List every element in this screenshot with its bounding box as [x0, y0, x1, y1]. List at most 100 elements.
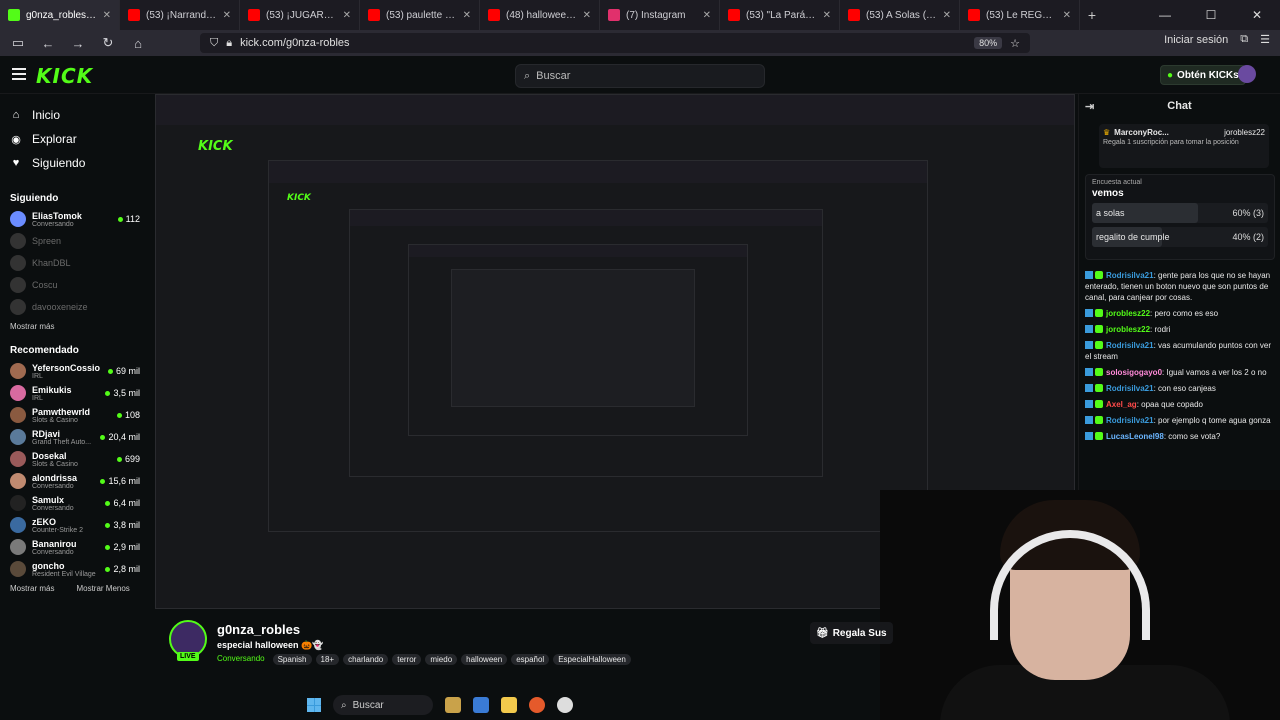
chat-username[interactable]: LucasLeonel98 [1106, 432, 1164, 441]
show-more-recommended[interactable]: Mostrar más [10, 584, 54, 593]
tab-close-icon[interactable]: ✕ [943, 10, 951, 21]
kick-logo[interactable]: KICK [36, 64, 93, 88]
browser-tab[interactable]: (53) ¡JUGARON la OUI ✕ [240, 0, 360, 30]
taskbar-search-icon: ⌕ [341, 699, 347, 711]
sidebar-nav-item[interactable]: ◉ Explorar [10, 127, 140, 151]
stream-category[interactable]: Conversando [217, 654, 265, 665]
chat-username[interactable]: Rodrisilva21 [1106, 271, 1154, 280]
sidebar-nav-item[interactable]: ⌂ Inicio [10, 103, 140, 127]
channel-item[interactable]: KhanDBL [0, 252, 150, 274]
channel-item[interactable]: Bananirou Conversando 2,9 mil [0, 536, 150, 558]
game-icon[interactable] [445, 697, 461, 713]
tab-close-icon[interactable]: ✕ [823, 10, 831, 21]
stream-tag[interactable]: 18+ [315, 654, 340, 665]
tab-close-icon[interactable]: ✕ [1063, 10, 1071, 21]
zoom-level[interactable]: 80% [974, 37, 1003, 49]
bookmark-star-icon[interactable]: ☆ [1010, 37, 1020, 50]
chat-username[interactable]: solosigogayo0 [1106, 368, 1162, 377]
channel-item[interactable]: YefersonCossio IRL 69 mil [0, 360, 150, 382]
show-less-recommended[interactable]: Mostrar Menos [76, 584, 129, 593]
close-window-button[interactable]: ✕ [1234, 0, 1280, 30]
browser-tab[interactable]: g0nza_robles Stream ✕ [0, 0, 120, 30]
channel-item[interactable]: Spreen [0, 230, 150, 252]
gift-subs-button[interactable]: 🎁︎ Regala Sus [810, 622, 893, 644]
tab-favicon-icon [848, 9, 860, 21]
viewer-count-value: 108 [124, 410, 140, 420]
home-button[interactable]: ⌂ [128, 36, 148, 51]
signin-button[interactable]: Iniciar sesión [1164, 34, 1228, 46]
channel-item[interactable]: davooxeneize [0, 296, 150, 318]
maximize-button[interactable]: ☐ [1188, 0, 1234, 30]
copilot-icon[interactable] [473, 697, 489, 713]
tab-close-icon[interactable]: ✕ [463, 10, 471, 21]
channel-item[interactable]: Pamwthewrld Slots & Casino 108 [0, 404, 150, 426]
address-bar[interactable]: ⛉ 🔒︎ kick.com/g0nza-robles 80% ☆ [200, 33, 1030, 53]
verified-badge-icon [1085, 271, 1093, 279]
stream-tag[interactable]: charlando [343, 654, 389, 665]
tab-close-icon[interactable]: ✕ [583, 10, 591, 21]
hamburger-menu-icon[interactable] [12, 68, 26, 83]
stream-tag[interactable]: terror [392, 654, 422, 665]
taskbar-search[interactable]: ⌕ Buscar [333, 695, 433, 715]
screen: g0nza_robles Stream✕(53) ¡Narrando HISTO… [0, 0, 1280, 720]
channel-item[interactable]: Dosekal Slots & Casino 699 [0, 448, 150, 470]
collapse-chat-icon[interactable]: ⇥ [1085, 100, 1094, 113]
browser-tab[interactable]: (48) halloween como s ✕ [480, 0, 600, 30]
poll-option[interactable]: a solas 60% (3) [1092, 203, 1268, 223]
stream-tag[interactable]: EspecialHalloween [553, 654, 631, 665]
firefox-icon[interactable] [529, 697, 545, 713]
channel-item[interactable]: zEKO Counter-Strike 2 3,8 mil [0, 514, 150, 536]
channel-item[interactable]: EliasTomok Conversando 112 [0, 208, 150, 230]
chat-username[interactable]: Rodrisilva21 [1106, 384, 1154, 393]
streamer-name[interactable]: g0nza_robles [217, 622, 300, 637]
file-explorer-icon[interactable] [501, 697, 517, 713]
captured-screen-2: KICK [268, 160, 928, 532]
forward-button[interactable]: → [68, 36, 88, 51]
search-input[interactable]: ⌕ Buscar [515, 64, 765, 88]
channel-item[interactable]: goncho Resident Evil Village 2,8 mil [0, 558, 150, 580]
poll-options: a solas 60% (3) regalito de cumple 40% (2) [1092, 203, 1268, 247]
show-more-following[interactable]: Mostrar más [10, 322, 54, 331]
viewer-count: 699 [116, 454, 140, 464]
user-avatar[interactable] [1238, 65, 1256, 83]
chat-username[interactable]: Axel_ag [1106, 400, 1137, 409]
extensions-icon[interactable]: ⧉ [1240, 33, 1248, 46]
browser-tab[interactable]: (53) A Solas (CORTO) | T ✕ [840, 0, 960, 30]
channel-avatar [10, 495, 26, 511]
channel-item[interactable]: Emikukis IRL 3,5 mil [0, 382, 150, 404]
browser-tab[interactable]: (53) ¡Narrando HISTOR ✕ [120, 0, 240, 30]
browser-tab[interactable]: (53) paulette - YouTube ✕ [360, 0, 480, 30]
get-kicks-button[interactable]: ● Obtén KICKs [1160, 65, 1246, 85]
stream-tag[interactable]: halloween [461, 654, 508, 665]
tab-close-icon[interactable]: ✕ [343, 10, 351, 21]
chat-messages: Rodrisilva21: gente para los que no se h… [1085, 270, 1277, 447]
poll-option[interactable]: regalito de cumple 40% (2) [1092, 227, 1268, 247]
stream-tag[interactable]: Spanish [272, 654, 312, 665]
windows-start-icon[interactable] [307, 698, 321, 712]
chat-username[interactable]: joroblesz22 [1106, 309, 1150, 318]
new-tab-button[interactable]: + [1080, 7, 1104, 23]
captured-browser-bar [156, 95, 1074, 125]
tab-close-icon[interactable]: ✕ [703, 10, 711, 21]
sidebar-nav-item[interactable]: ♥ Siguiendo [10, 151, 140, 175]
browser-tab[interactable]: (53) Le REGALAN un M ✕ [960, 0, 1080, 30]
sidebar-toggle-icon[interactable]: ▭ [8, 35, 28, 51]
chat-username[interactable]: joroblesz22 [1106, 325, 1150, 334]
channel-item[interactable]: Samulx Conversando 6,4 mil [0, 492, 150, 514]
tab-close-icon[interactable]: ✕ [103, 10, 111, 21]
obs-icon[interactable] [557, 697, 573, 713]
stream-tag[interactable]: miedo [425, 654, 458, 665]
chat-username[interactable]: Rodrisilva21 [1106, 416, 1154, 425]
browser-tab[interactable]: (53) "La Parálisis del Su ✕ [720, 0, 840, 30]
channel-item[interactable]: RDjavi Grand Theft Auto... 20,4 mil [0, 426, 150, 448]
back-button[interactable]: ← [38, 36, 58, 51]
chat-username[interactable]: Rodrisilva21 [1106, 341, 1154, 350]
menu-icon[interactable]: ☰ [1260, 33, 1270, 46]
browser-tab[interactable]: (7) Instagram ✕ [600, 0, 720, 30]
tab-close-icon[interactable]: ✕ [223, 10, 231, 21]
minimize-button[interactable]: — [1142, 0, 1188, 30]
stream-tag[interactable]: español [511, 654, 550, 665]
channel-item[interactable]: alondrissa Conversando 15,6 mil [0, 470, 150, 492]
channel-item[interactable]: Coscu [0, 274, 150, 296]
reload-button[interactable]: ↻ [98, 35, 118, 51]
